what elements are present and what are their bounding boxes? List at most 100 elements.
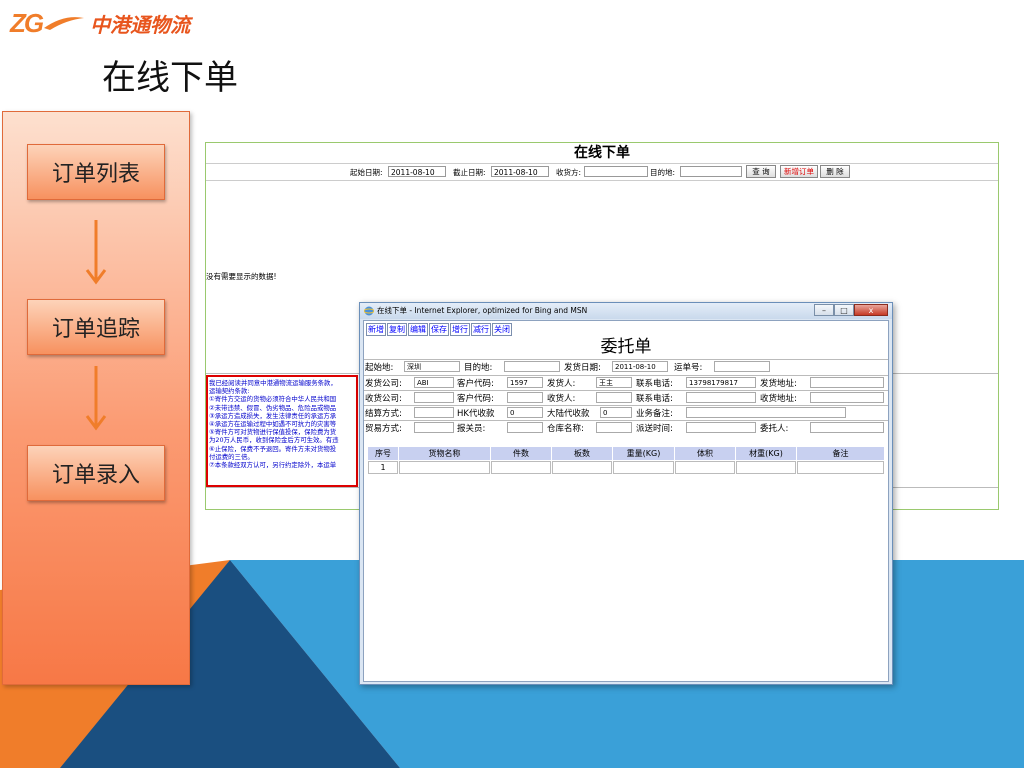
trade-mode-input[interactable] [414, 422, 454, 433]
new-order-button[interactable]: 新增订单 [780, 165, 818, 178]
popup-titlebar[interactable]: 在线下单 - Internet Explorer, optimized for … [360, 303, 892, 319]
receiver-company-label: 收货公司: [365, 394, 402, 404]
window-controls: – □ x [814, 304, 888, 316]
volume-cell[interactable] [675, 461, 735, 474]
close-button[interactable]: x [854, 304, 888, 316]
sender-phone-input[interactable]: 13798179817 [686, 377, 756, 388]
origin-label: 起始地: [365, 363, 394, 373]
mainland-cod-input[interactable]: 0 [600, 407, 632, 418]
settlement-label: 结算方式: [365, 409, 402, 419]
minimize-button[interactable]: – [814, 304, 834, 316]
sender-label: 发货人: [547, 379, 576, 389]
customs-broker-input[interactable] [507, 422, 543, 433]
order-entry-popup: 在线下单 - Internet Explorer, optimized for … [359, 302, 893, 685]
ship-address-input[interactable] [810, 377, 884, 388]
column-header: 重量(KG) [613, 447, 674, 460]
warehouse-input[interactable] [596, 422, 632, 433]
terms-line: 我已经阅读并同意中港通物流运输服务条款， [209, 379, 337, 387]
logo-mark: ZG [10, 7, 44, 38]
column-header: 板数 [552, 447, 612, 460]
sender-input[interactable]: 王主 [596, 377, 632, 388]
terms-line: 付运费的三倍。 [209, 452, 254, 461]
arrow-down-icon [85, 220, 107, 285]
receiver-company-input[interactable] [414, 392, 454, 403]
sender-phone-label: 联系电话: [636, 379, 673, 389]
terms-line: ④承运方在运输过程中如遇不可抗力的灾害等 [209, 420, 337, 429]
start-date-input[interactable]: 2011-08-10 [388, 166, 446, 177]
form-row-trade: 贸易方式: 报关员: 仓库名称: 派送时间: 委托人: [364, 420, 888, 435]
settlement-input[interactable] [414, 407, 454, 418]
client-input[interactable] [810, 422, 884, 433]
receiver-phone-input[interactable] [686, 392, 756, 403]
terms-box: 我已经阅读并同意中港通物流运输服务条款， 运输契约条款: ①寄件方交运的货物必须… [206, 375, 358, 487]
form-row-sender: 发货公司: ABI 客户代码: 1597 发货人: 王主 联系电话: 13798… [364, 375, 888, 390]
customer-code-input[interactable]: 1597 [507, 377, 543, 388]
start-date-label: 起始日期: [350, 168, 383, 177]
waybill-label: 运单号: [674, 363, 703, 373]
ship-date-label: 发货日期: [564, 363, 601, 373]
ship-date-input[interactable]: 2011-08-10 [612, 361, 668, 372]
business-remark-input[interactable] [686, 407, 846, 418]
mainland-cod-label: 大陆代收款 [547, 409, 590, 419]
receiver-customer-code-label: 客户代码: [457, 394, 494, 404]
end-date-label: 截止日期: [453, 168, 486, 177]
terms-line: ①寄件方交运的货物必须符合中华人民共和国 [209, 395, 337, 404]
filter-bar: 起始日期: 2011-08-10 截止日期: 2011-08-10 收货方: 目… [206, 163, 998, 181]
customer-code-label: 客户代码: [457, 379, 494, 389]
company-logo: ZG 中港通物流 [10, 8, 190, 38]
flow-panel: 订单列表 订单追踪 订单录入 [2, 111, 190, 685]
empty-message: 没有需要显示的数据! [206, 272, 277, 281]
receiver-input[interactable] [596, 392, 632, 403]
delivery-time-input[interactable] [686, 422, 756, 433]
page-title: 在线下单 [102, 58, 238, 98]
receiver-label: 收货方: [556, 168, 582, 177]
goods-name-cell[interactable] [399, 461, 490, 474]
ship-address-label: 发货地址: [760, 379, 797, 389]
receive-address-input[interactable] [810, 392, 884, 403]
delivery-time-label: 派送时间: [636, 424, 673, 434]
destination-input[interactable] [680, 166, 742, 177]
receiver-phone-label: 联系电话: [636, 394, 673, 404]
terms-line: ⑥止保险，保费不予退回。寄件方未对货物投 [209, 444, 337, 453]
terms-line: ⑦本条款经双方认可，另行约定除外，本运单 [209, 461, 337, 470]
popup-title: 在线下单 - Internet Explorer, optimized for … [377, 306, 588, 315]
hk-cod-input[interactable]: 0 [507, 407, 543, 418]
remark-cell[interactable] [797, 461, 884, 474]
column-header: 件数 [491, 447, 551, 460]
form-row-route: 起始地: 深圳 目的地: 发货日期: 2011-08-10 运单号: [364, 359, 888, 374]
row-index-cell: 1 [368, 461, 398, 474]
arrow-down-icon [85, 366, 107, 431]
weight-cell[interactable] [613, 461, 674, 474]
waybill-input[interactable] [714, 361, 770, 372]
trade-mode-label: 贸易方式: [365, 424, 402, 434]
column-header: 材重(KG) [736, 447, 796, 460]
business-remark-label: 业务备注: [636, 409, 673, 419]
pieces-cell[interactable] [491, 461, 551, 474]
client-label: 委托人: [760, 424, 789, 434]
receiver-input[interactable] [584, 166, 648, 177]
receiver-customer-code-input[interactable] [507, 392, 543, 403]
column-header: 货物名称 [399, 447, 490, 460]
sender-company-label: 发货公司: [365, 379, 402, 389]
flow-step-order-entry[interactable]: 订单录入 [27, 445, 165, 501]
flow-step-order-tracking[interactable]: 订单追踪 [27, 299, 165, 355]
destination-label: 目的地: [464, 363, 493, 373]
delete-button[interactable]: 删 除 [820, 165, 850, 178]
destination-input[interactable] [504, 361, 560, 372]
column-header: 体积 [675, 447, 735, 460]
flow-step-order-list[interactable]: 订单列表 [27, 144, 165, 200]
hk-cod-label: HK代收款 [457, 409, 495, 419]
sender-company-input[interactable]: ABI [414, 377, 454, 388]
maximize-button[interactable]: □ [834, 304, 854, 316]
pallets-cell[interactable] [552, 461, 612, 474]
web-title: 在线下单 [574, 145, 630, 161]
terms-line: 为20万人民币，收到保险金后方可生效。有违 [209, 436, 339, 445]
end-date-input[interactable]: 2011-08-10 [491, 166, 549, 177]
customs-broker-label: 报关员: [457, 424, 486, 434]
column-header: 序号 [368, 447, 398, 460]
query-button[interactable]: 查 询 [746, 165, 776, 178]
material-weight-cell[interactable] [736, 461, 796, 474]
origin-input[interactable]: 深圳 [404, 361, 460, 372]
form-row-receiver: 收货公司: 客户代码: 收货人: 联系电话: 收货地址: [364, 390, 888, 405]
popup-content: 新增 复制 编辑 保存 增行 减行 关闭 委托单 起始地: 深圳 目的地: 发货… [363, 320, 889, 682]
